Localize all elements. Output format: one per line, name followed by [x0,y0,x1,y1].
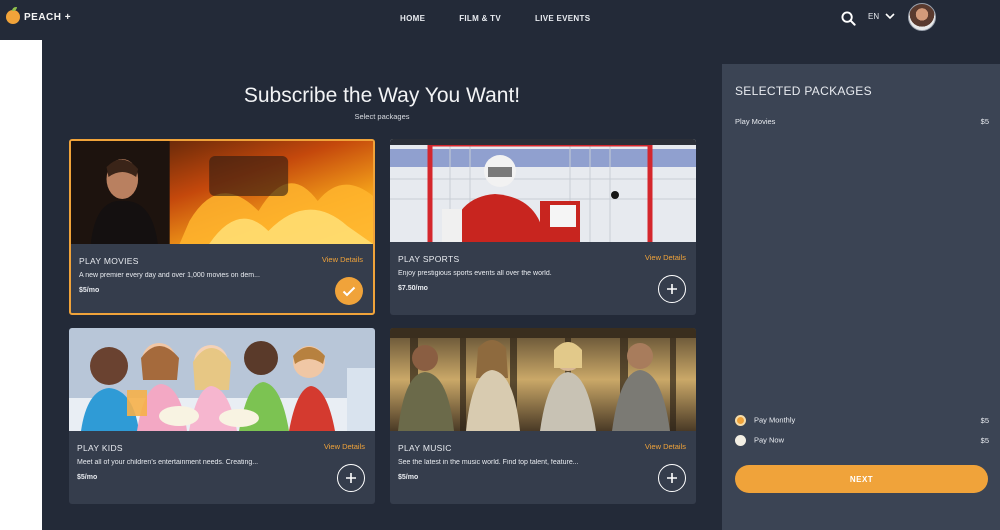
plus-icon [667,284,677,294]
language-selector[interactable]: EN [868,12,895,21]
brand-name: PEACH + [24,11,72,23]
selected-package-item: Play Movies $5 [735,117,989,126]
package-price: $5/mo [398,474,419,481]
selected-packages-panel: SELECTED PACKAGES Play Movies $5 Pay Mon… [722,64,1000,530]
package-description: Enjoy prestigious sports events all over… [398,270,552,277]
main-nav: HOME FILM & TV LIVE EVENTS [400,14,590,23]
payment-option-monthly[interactable]: Pay Monthly $5 [735,415,989,426]
page-title: Subscribe the Way You Want! [243,84,521,107]
page-subtitle: Select packages [354,112,410,121]
payment-option-now[interactable]: Pay Now $5 [735,435,989,446]
radio-button[interactable] [735,435,746,446]
view-details-link[interactable]: View Details [645,442,686,451]
peach-logo-icon [6,7,20,24]
radio-button-selected[interactable] [735,415,746,426]
chevron-down-icon [885,13,895,20]
checkmark-icon [342,286,356,296]
view-details-link[interactable]: View Details [324,442,365,451]
plus-icon [667,473,677,483]
package-image-movies [71,141,373,244]
panel-title: SELECTED PACKAGES [735,84,872,98]
package-card-movies[interactable]: PLAY MOVIES View Details A new premier e… [69,139,375,315]
package-title: PLAY MUSIC [398,443,452,453]
selected-package-price: $5 [980,117,989,126]
top-bar: PEACH + HOME FILM & TV LIVE EVENTS EN [0,0,1000,40]
payment-option-label: Pay Now [754,435,785,445]
package-title: PLAY MOVIES [79,256,139,266]
nav-film-tv[interactable]: FILM & TV [459,14,501,23]
nav-live-events[interactable]: LIVE EVENTS [535,14,590,23]
package-toggle-button[interactable] [658,464,686,492]
package-card-music[interactable]: PLAY MUSIC View Details See the latest i… [390,328,696,504]
search-icon[interactable] [841,11,856,26]
view-details-link[interactable]: View Details [322,255,363,264]
next-button[interactable]: NEXT [735,465,988,493]
package-image-music [390,328,696,431]
package-image-sports [390,139,696,242]
main-content: Subscribe the Way You Want! Select packa… [42,40,722,530]
package-description: Meet all of your children's entertainmen… [77,459,259,466]
language-label: EN [868,12,880,21]
package-card-sports[interactable]: PLAY SPORTS View Details Enjoy prestigio… [390,139,696,315]
package-price: $7.50/mo [398,285,428,292]
package-toggle-button[interactable] [335,277,363,305]
selected-package-name: Play Movies [735,117,776,126]
nav-home[interactable]: HOME [400,14,425,23]
payment-option-price: $5 [980,436,989,445]
package-description: A new premier every day and over 1,000 m… [79,272,260,279]
package-description: See the latest in the music world. Find … [398,459,579,466]
view-details-link[interactable]: View Details [645,253,686,262]
user-avatar[interactable] [908,3,936,31]
package-image-kids [69,328,375,431]
package-price: $5/mo [79,287,100,294]
package-price: $5/mo [77,474,98,481]
brand-logo[interactable]: PEACH + [6,7,72,24]
payment-option-label: Pay Monthly [754,415,796,425]
plus-icon [346,473,356,483]
package-toggle-button[interactable] [658,275,686,303]
left-margin-strip [0,40,42,530]
package-toggle-button[interactable] [337,464,365,492]
package-card-kids[interactable]: PLAY KIDS View Details Meet all of your … [69,328,375,504]
package-title: PLAY SPORTS [398,254,460,264]
package-title: PLAY KIDS [77,443,123,453]
payment-option-price: $5 [980,416,989,425]
